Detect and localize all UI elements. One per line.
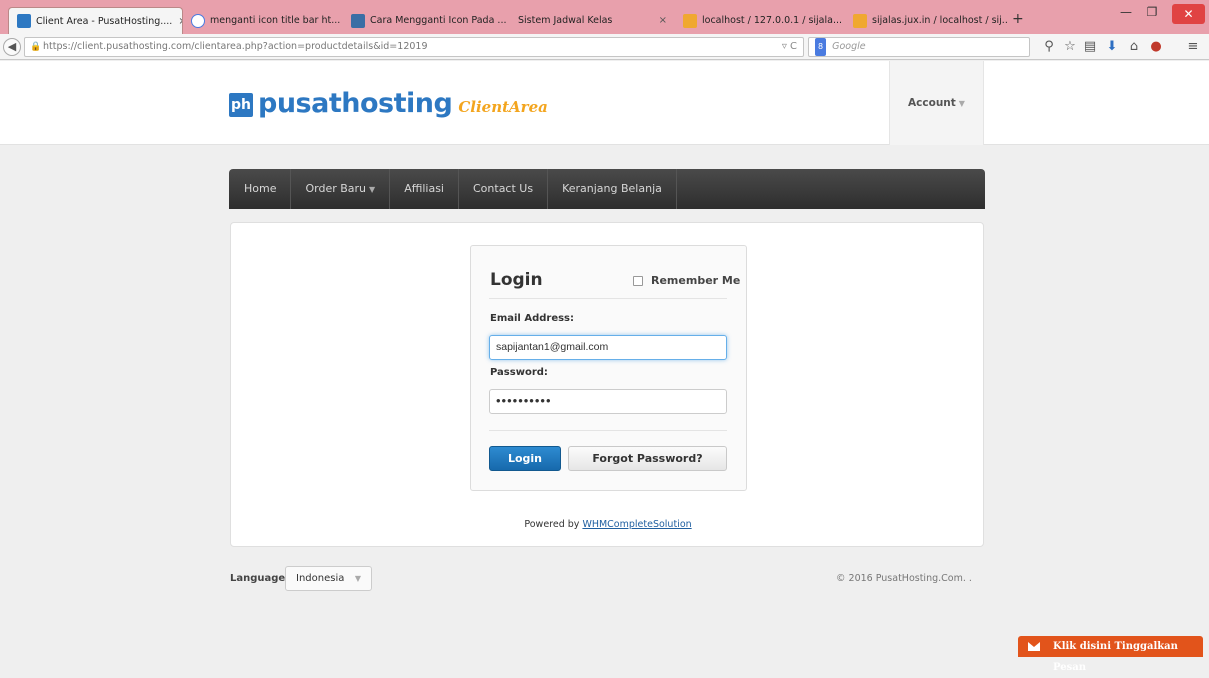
- chevron-down-icon: ▼: [369, 185, 376, 194]
- envelope-icon: [1028, 642, 1040, 651]
- tab-title: Cara Mengganti Icon Pada ...: [370, 15, 507, 26]
- search-icon[interactable]: ⚲: [1041, 39, 1057, 54]
- login-button[interactable]: Login: [489, 446, 561, 471]
- nav-home[interactable]: Home: [229, 169, 292, 209]
- nav-affiliasi[interactable]: Affiliasi: [390, 169, 459, 209]
- tab-title: menganti icon title bar ht...: [210, 15, 341, 26]
- livechat-label: Klik disini Tinggalkan Pesan: [1053, 641, 1178, 673]
- search-box[interactable]: 8 Google: [808, 37, 1030, 57]
- chevron-down-icon: ▼: [354, 574, 361, 583]
- content-panel: Login Remember Me Email Address: sapijan…: [230, 222, 984, 547]
- remember-me-label: Remember Me: [651, 274, 741, 287]
- tab-title: Client Area - PusatHosting....: [36, 15, 173, 27]
- new-tab-button[interactable]: +: [1012, 11, 1024, 27]
- search-engine-icon[interactable]: 8: [815, 38, 827, 56]
- reload-icon[interactable]: ▿ C: [782, 38, 797, 56]
- logo-subtitle: ClientArea: [458, 98, 548, 116]
- browser-tab-localhost[interactable]: localhost / 127.0.0.1 / sijala... ×: [675, 7, 845, 34]
- whmcs-link[interactable]: WHMCompleteSolution: [582, 519, 691, 530]
- google-favicon-icon: [191, 13, 205, 28]
- nav-order-baru-label: Order Baru: [305, 182, 367, 195]
- forgot-password-button[interactable]: Forgot Password?: [568, 446, 727, 471]
- bookmark-star-icon[interactable]: ☆: [1062, 39, 1078, 54]
- main-navigation: Home Order Baru ▼ Affiliasi Contact Us Ke…: [229, 169, 985, 209]
- powered-prefix: Powered by: [524, 519, 580, 530]
- nav-keranjang-belanja[interactable]: Keranjang Belanja: [548, 169, 677, 209]
- browser-tab-client-area[interactable]: Client Area - PusatHosting.... ×: [8, 7, 183, 34]
- nav-contact-us[interactable]: Contact Us: [459, 169, 549, 209]
- language-label: Language:: [230, 573, 290, 584]
- tab-title: sijalas.jux.in / localhost / sij...: [872, 15, 1007, 26]
- email-label: Email Address:: [490, 313, 575, 324]
- tab-title: localhost / 127.0.0.1 / sijala...: [702, 15, 843, 26]
- search-placeholder: Google: [832, 41, 866, 52]
- menu-icon[interactable]: ≡: [1185, 39, 1201, 54]
- reading-list-icon[interactable]: ▤: [1082, 39, 1098, 54]
- divider: [489, 430, 727, 431]
- login-form: Login Remember Me Email Address: sapijan…: [470, 245, 747, 491]
- close-tab-icon[interactable]: ×: [653, 15, 667, 26]
- remember-me[interactable]: Remember Me: [633, 274, 740, 287]
- password-field[interactable]: ••••••••••: [489, 389, 727, 414]
- browser-tab-bar: Client Area - PusatHosting.... × mengant…: [0, 0, 1209, 34]
- login-title: Login: [490, 270, 543, 290]
- chevron-down-icon: ▼: [958, 99, 965, 108]
- browser-tab-google[interactable]: menganti icon title bar ht... ×: [183, 7, 343, 34]
- email-field[interactable]: sapijantan1@gmail.com: [489, 335, 727, 360]
- logo-badge: ph: [229, 93, 253, 117]
- browser-tab-cara-mengganti[interactable]: Cara Mengganti Icon Pada ... ×: [343, 7, 510, 34]
- blog-favicon-icon: [351, 13, 365, 28]
- language-select[interactable]: Indonesia ▼: [285, 566, 372, 591]
- browser-tab-sijalas[interactable]: sijalas.jux.in / localhost / sij... ×: [845, 7, 1007, 34]
- password-label: Password:: [490, 367, 548, 378]
- account-menu[interactable]: Account ▼: [889, 61, 984, 145]
- pusathosting-favicon-icon: [17, 14, 31, 28]
- nav-order-baru[interactable]: Order Baru ▼: [291, 169, 391, 209]
- home-icon[interactable]: ⌂: [1126, 39, 1142, 54]
- logo-text: pusathosting: [258, 88, 453, 119]
- livechat-button[interactable]: Klik disini Tinggalkan Pesan: [1018, 636, 1203, 673]
- phpmyadmin-favicon-icon: [853, 13, 867, 28]
- download-icon[interactable]: ⬇: [1104, 39, 1120, 54]
- adblock-icon[interactable]: ●: [1148, 39, 1164, 54]
- phpmyadmin-favicon-icon: [683, 13, 697, 28]
- site-logo[interactable]: ph pusathosting ClientArea: [229, 88, 548, 119]
- browser-tab-sistem-jadwal[interactable]: Sistem Jadwal Kelas ×: [510, 7, 675, 34]
- browser-nav-bar: ◀ 🔒 https://client.pusathosting.com/clie…: [0, 34, 1209, 60]
- powered-by: Powered by WHMCompleteSolution: [231, 519, 985, 530]
- site-header: ph pusathosting ClientArea Account ▼: [0, 61, 1209, 145]
- language-value: Indonesia: [296, 573, 345, 584]
- copyright: © 2016 PusatHosting.Com. .: [836, 573, 972, 584]
- close-tab-icon[interactable]: ×: [172, 16, 182, 27]
- tab-title: Sistem Jadwal Kelas: [518, 15, 613, 26]
- close-window-icon[interactable]: ✕: [1172, 4, 1205, 24]
- remember-me-checkbox[interactable]: [633, 275, 643, 286]
- lock-icon: 🔒: [30, 42, 42, 52]
- address-bar[interactable]: 🔒 https://client.pusathosting.com/client…: [24, 37, 804, 57]
- back-arrow-icon[interactable]: ◀: [3, 38, 21, 56]
- account-label: Account: [908, 97, 956, 109]
- maximize-window-icon[interactable]: ❐: [1140, 2, 1164, 22]
- divider: [489, 298, 727, 299]
- address-url: https://client.pusathosting.com/clientar…: [43, 41, 428, 52]
- minimize-window-icon[interactable]: —: [1114, 2, 1138, 22]
